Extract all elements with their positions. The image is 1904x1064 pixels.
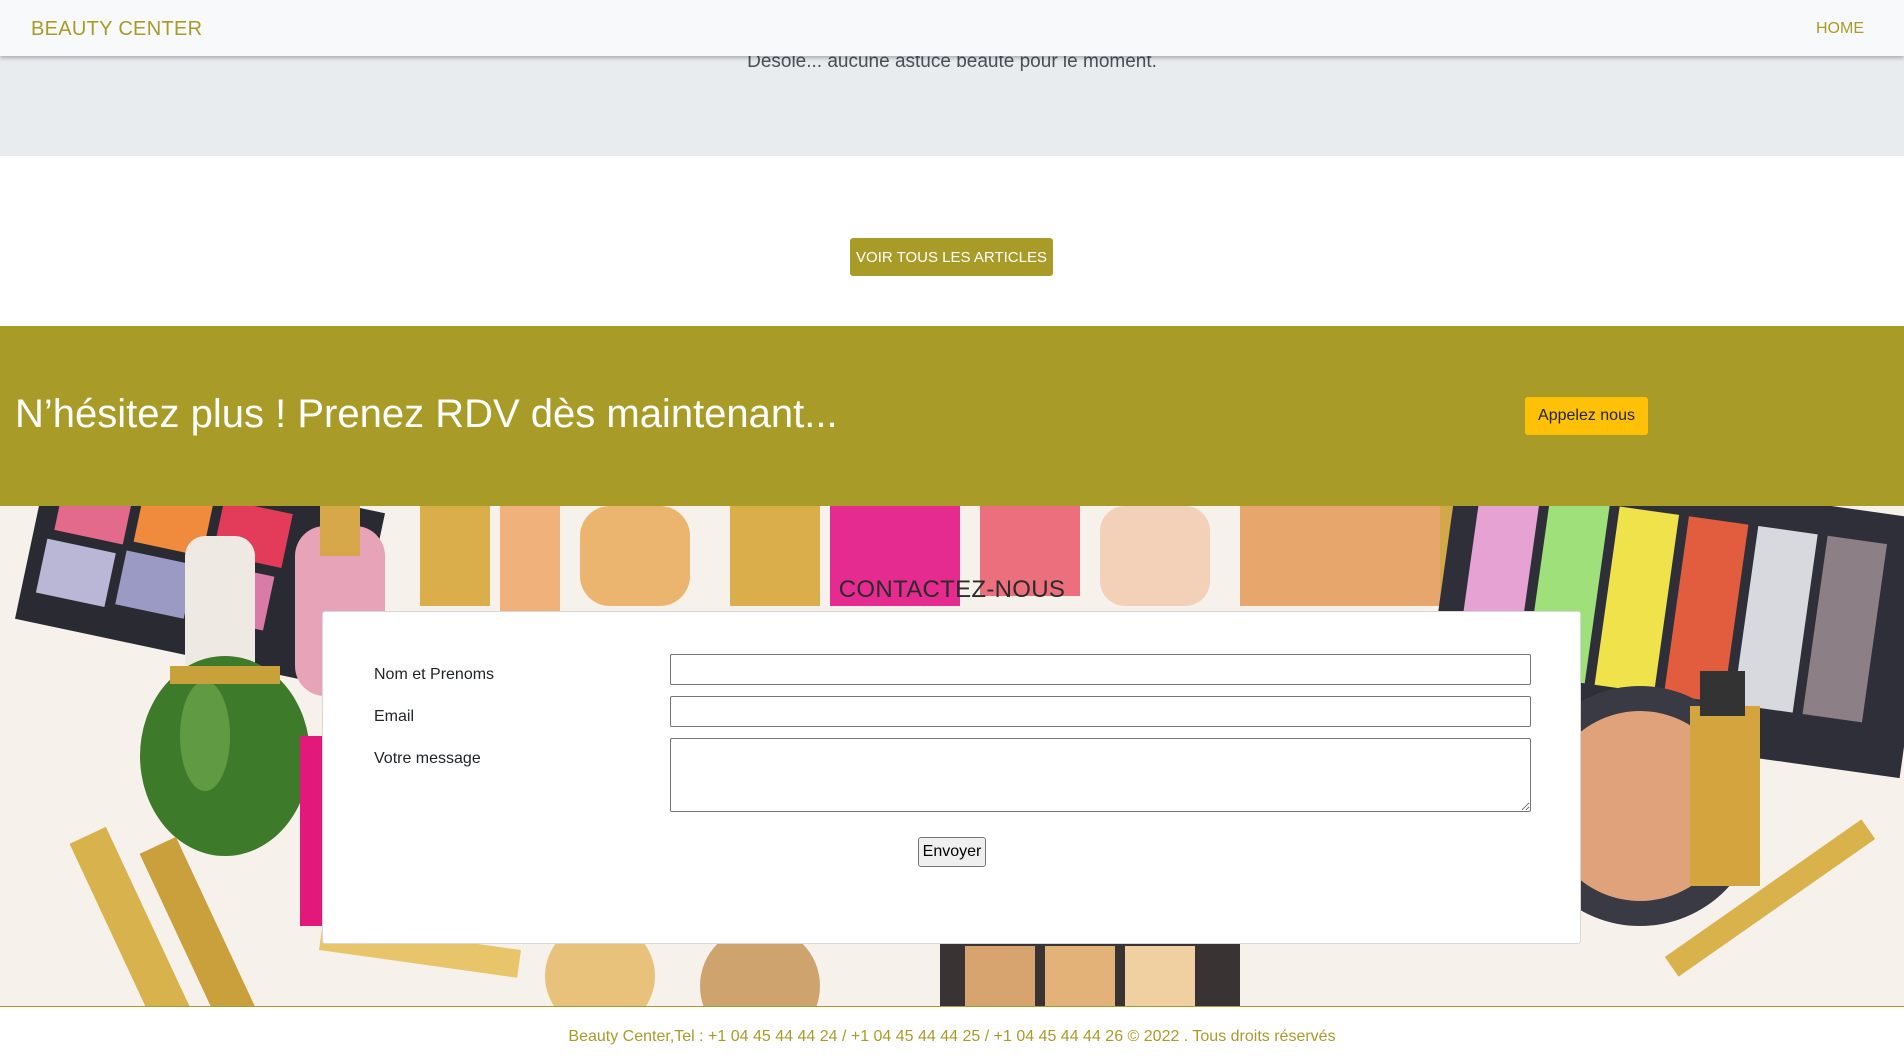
top-navbar: BEAUTY CENTER HOME bbox=[0, 0, 1904, 56]
call-us-button[interactable]: Appelez nous bbox=[1525, 397, 1648, 435]
contact-form: Nom et Prenoms Email Votre message Envoy… bbox=[322, 611, 1581, 944]
page: Désolé... aucune astuce beauté pour le m… bbox=[0, 0, 1904, 1064]
view-all-articles-button[interactable]: VOIR TOUS LES ARTICLES bbox=[850, 238, 1053, 276]
cta-heading: N’hésitez plus ! Prenez RDV dès maintena… bbox=[15, 392, 838, 436]
nav-home-link[interactable]: HOME bbox=[1816, 20, 1864, 38]
contact-heading: CONTACTEZ-NOUS bbox=[838, 576, 1066, 603]
email-input[interactable] bbox=[670, 696, 1531, 727]
name-label: Nom et Prenoms bbox=[374, 666, 495, 683]
page-footer: Beauty Center,Tel : +1 04 45 44 44 24 / … bbox=[0, 1006, 1904, 1064]
footer-contact-text: Beauty Center,Tel : +1 04 45 44 44 24 / … bbox=[568, 1028, 1336, 1045]
appointment-cta-section: N’hésitez plus ! Prenez RDV dès maintena… bbox=[0, 326, 1904, 506]
contact-section: CONTACTEZ-NOUS Nom et Prenoms Email Votr… bbox=[0, 506, 1904, 1006]
message-label: Votre message bbox=[374, 750, 481, 767]
brand-logo-link[interactable]: BEAUTY CENTER bbox=[31, 18, 202, 41]
name-input[interactable] bbox=[670, 654, 1531, 685]
send-button[interactable]: Envoyer bbox=[918, 837, 986, 867]
email-label: Email bbox=[374, 708, 415, 725]
message-textarea[interactable] bbox=[670, 738, 1531, 812]
